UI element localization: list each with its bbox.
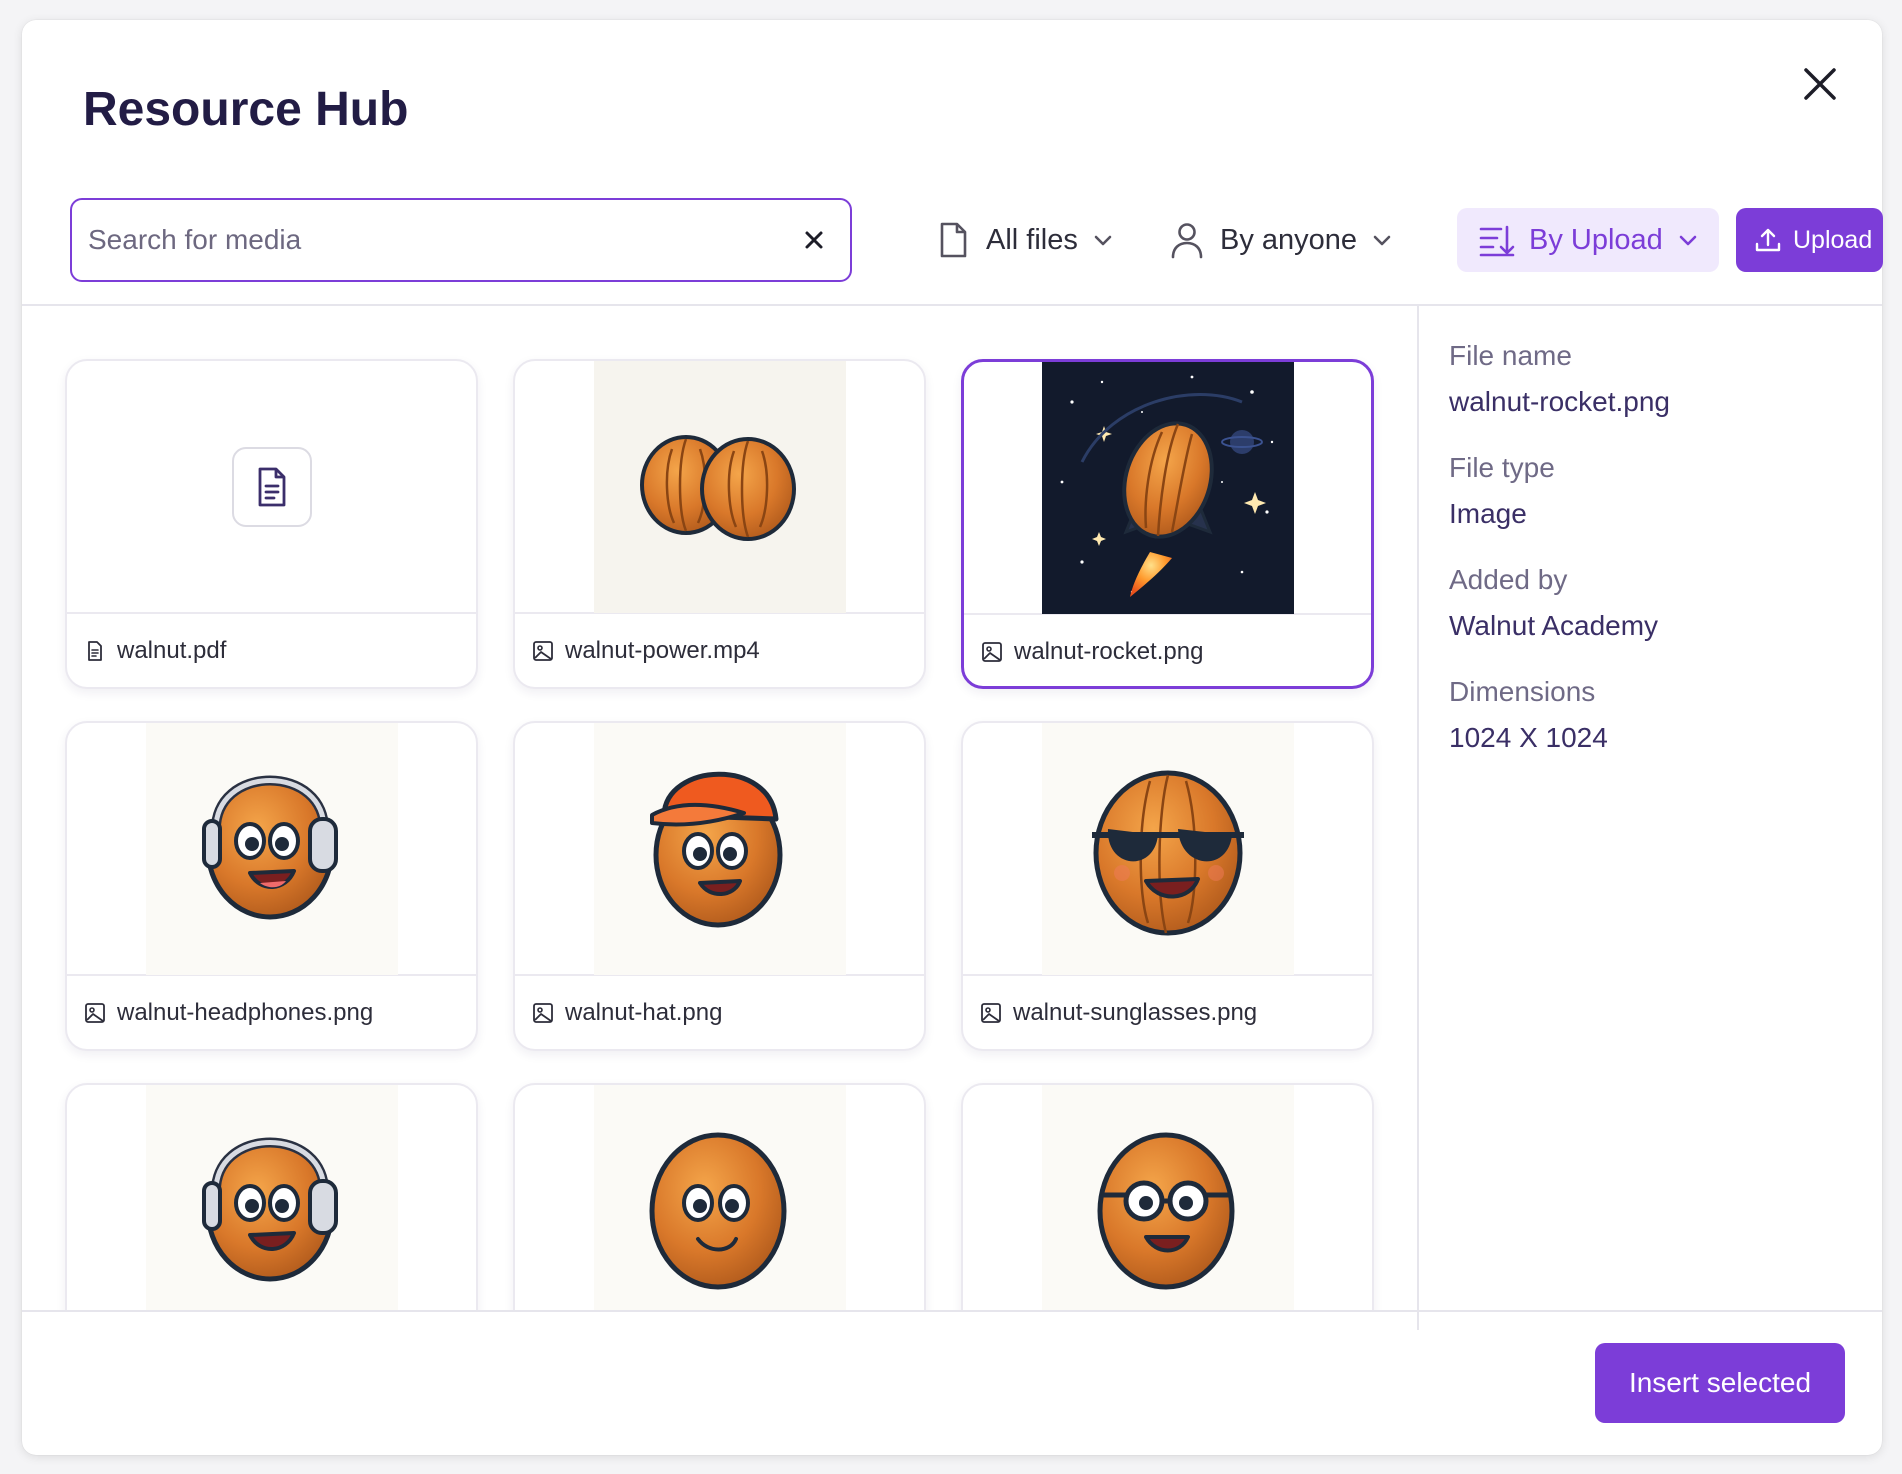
toolbar: All files By anyone By Upload bbox=[70, 198, 1883, 282]
chevron-down-icon bbox=[1373, 235, 1391, 246]
sort-dropdown[interactable]: By Upload bbox=[1457, 208, 1719, 272]
media-thumbnail bbox=[67, 723, 476, 976]
media-thumbnail bbox=[67, 1085, 476, 1310]
media-thumbnail bbox=[515, 361, 924, 614]
modal-title: Resource Hub bbox=[83, 83, 409, 136]
media-thumbnail bbox=[515, 1085, 924, 1310]
media-caption: walnut-sunglasses.png bbox=[979, 991, 1257, 1035]
media-caption: walnut-rocket.png bbox=[980, 630, 1203, 674]
insert-selected-label: Insert selected bbox=[1628, 1367, 1812, 1398]
close-button[interactable] bbox=[1794, 58, 1846, 110]
media-thumbnail bbox=[963, 723, 1372, 976]
file-type-filter[interactable]: All files bbox=[932, 198, 1116, 282]
media-card[interactable] bbox=[961, 1083, 1374, 1310]
sort-label: By Upload bbox=[1529, 223, 1663, 256]
walnut-sunglasses-image bbox=[1041, 723, 1294, 975]
media-caption: walnut-headphones.png bbox=[83, 991, 373, 1035]
media-card-walnut-sunglasses[interactable]: walnut-sunglasses.png bbox=[961, 721, 1374, 1051]
file-details-panel: File name walnut-rocket.png File type Im… bbox=[1449, 340, 1849, 788]
walnut-hat-image bbox=[593, 723, 846, 975]
walnut-smile-image bbox=[593, 1085, 846, 1310]
media-caption: walnut-hat.png bbox=[531, 991, 722, 1035]
media-grid: walnut.pdf walnut-power.mp4 walnut-rocke… bbox=[22, 306, 1417, 1310]
media-thumbnail bbox=[67, 361, 476, 614]
walnut-headphones-image bbox=[145, 723, 398, 975]
media-card-walnut-power[interactable]: walnut-power.mp4 bbox=[513, 359, 926, 689]
details-divider bbox=[1417, 306, 1419, 1330]
media-card[interactable] bbox=[513, 1083, 926, 1310]
media-caption: walnut.pdf bbox=[83, 629, 226, 673]
media-card-walnut-rocket[interactable]: walnut-rocket.png bbox=[961, 359, 1374, 689]
media-card-walnut-headphones[interactable]: walnut-headphones.png bbox=[65, 721, 478, 1051]
insert-selected-button[interactable]: Insert selected bbox=[1595, 1343, 1845, 1423]
footer-divider bbox=[22, 1310, 1882, 1312]
media-name: walnut-power.mp4 bbox=[565, 637, 760, 664]
media-name: walnut-hat.png bbox=[565, 999, 723, 1026]
close-icon bbox=[805, 231, 823, 249]
media-name: walnut-rocket.png bbox=[1014, 638, 1204, 665]
file-type-label: File type bbox=[1449, 452, 1555, 483]
image-icon bbox=[982, 642, 1002, 662]
added-by-value: Walnut Academy bbox=[1449, 610, 1659, 641]
sort-icon bbox=[1479, 225, 1515, 257]
media-name: walnut-headphones.png bbox=[117, 999, 374, 1026]
search-box bbox=[70, 198, 852, 282]
file-type-value: Image bbox=[1449, 498, 1527, 529]
walnut-headphones-image bbox=[145, 1085, 398, 1310]
walnut-rocket-image bbox=[1041, 362, 1294, 614]
file-name-value: walnut-rocket.png bbox=[1449, 386, 1671, 417]
image-icon bbox=[85, 1003, 105, 1023]
file-icon bbox=[940, 222, 967, 258]
dimensions-value: 1024 X 1024 bbox=[1449, 722, 1608, 753]
media-thumbnail bbox=[964, 362, 1371, 615]
media-name: walnut.pdf bbox=[117, 637, 227, 664]
resource-hub-modal: Resource Hub All files bbox=[22, 20, 1883, 1455]
walnut-glasses-image bbox=[1041, 1085, 1294, 1310]
media-name: walnut-sunglasses.png bbox=[1013, 999, 1258, 1026]
image-icon bbox=[533, 641, 553, 661]
media-caption: walnut-power.mp4 bbox=[531, 629, 760, 673]
chevron-down-icon bbox=[1094, 235, 1112, 246]
search-input[interactable] bbox=[88, 212, 768, 268]
media-card-walnut-hat[interactable]: walnut-hat.png bbox=[513, 721, 926, 1051]
close-icon bbox=[1804, 68, 1836, 100]
media-card[interactable] bbox=[65, 1083, 478, 1310]
chevron-down-icon bbox=[1679, 235, 1697, 246]
upload-button-label: Upload bbox=[1793, 225, 1873, 254]
author-filter-label: By anyone bbox=[1220, 223, 1358, 256]
user-icon bbox=[1171, 223, 1203, 259]
image-icon bbox=[981, 1003, 1001, 1023]
file-name-label: File name bbox=[1449, 340, 1572, 371]
file-type-filter-label: All files bbox=[986, 223, 1078, 256]
image-icon bbox=[533, 1003, 553, 1023]
upload-icon bbox=[1755, 228, 1781, 252]
added-by-label: Added by bbox=[1449, 564, 1568, 595]
upload-button[interactable]: Upload bbox=[1736, 208, 1883, 272]
walnut-pair-image bbox=[593, 361, 846, 613]
author-filter[interactable]: By anyone bbox=[1166, 198, 1395, 282]
media-card-walnut-pdf[interactable]: walnut.pdf bbox=[65, 359, 478, 689]
media-thumbnail bbox=[515, 723, 924, 976]
document-icon bbox=[88, 641, 102, 661]
dimensions-label: Dimensions bbox=[1449, 676, 1596, 707]
media-thumbnail bbox=[963, 1085, 1372, 1310]
document-placeholder bbox=[231, 446, 312, 527]
document-icon bbox=[258, 467, 285, 506]
clear-search-button[interactable] bbox=[796, 222, 832, 258]
